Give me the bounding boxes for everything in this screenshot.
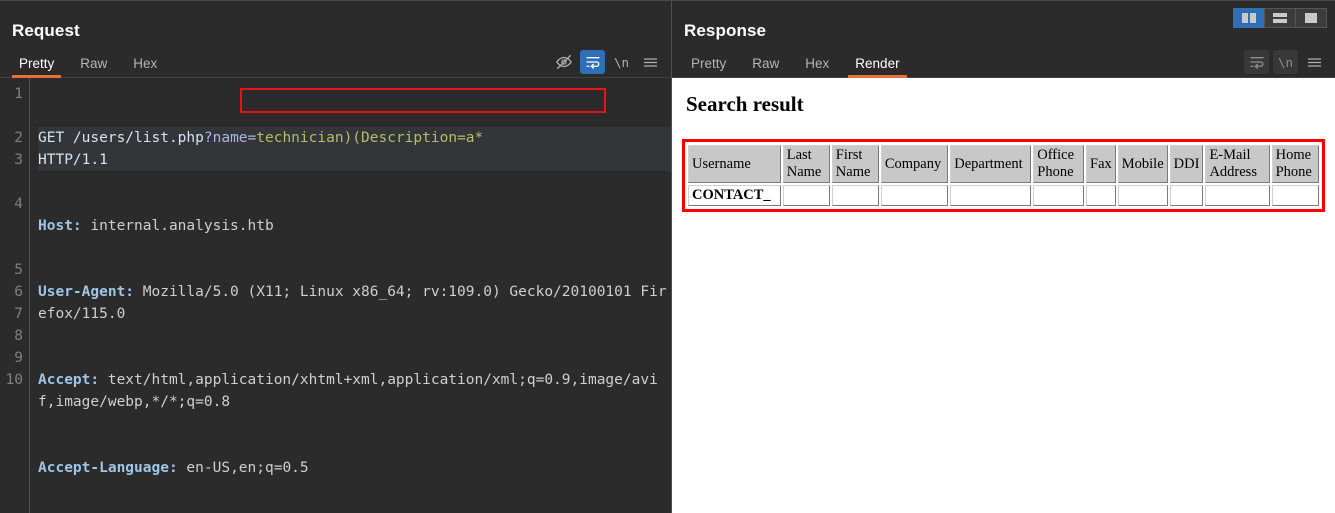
header-name: Host: [38,218,82,234]
burp-repeater-window: Request Pretty Raw Hex \n 1 2 3 4 5 6 7 … [0,0,1335,513]
request-tab-actions: \n [551,50,663,74]
table-header-row: Username Last Name First Name Company De… [688,145,1319,183]
column-header-mobile: Mobile [1117,145,1168,183]
layout-single-pane-button[interactable] [1295,8,1327,28]
search-result-heading: Search result [686,92,804,116]
tab-response-render[interactable]: Render [842,54,912,78]
cell-office-phone [1033,185,1085,206]
request-panel: Request Pretty Raw Hex \n 1 2 3 4 5 6 7 … [0,1,672,513]
column-header-home-phone: Home Phone [1271,145,1319,183]
request-tabbar: Pretty Raw Hex \n [0,48,671,78]
column-header-fax: Fax [1086,145,1116,183]
menu-icon[interactable] [638,50,663,74]
request-line-4: Accept: text/html,application/xhtml+xml,… [38,369,671,413]
header-value: en-US,en;q=0.5 [177,460,309,476]
header-name: Accept-Language: [38,460,178,476]
cell-mobile [1117,185,1168,206]
cell-first-name [831,185,879,206]
tab-response-hex[interactable]: Hex [792,54,842,77]
tab-response-raw[interactable]: Raw [739,54,792,77]
query-param-value: technician)(Description=a* [256,130,484,146]
response-tab-actions: \n [1244,50,1327,74]
http-version: HTTP/1.1 [38,152,108,168]
column-header-company: Company [880,145,949,183]
tab-request-raw[interactable]: Raw [67,54,120,77]
search-result-table: Username Last Name First Name Company De… [686,143,1321,208]
http-method-path: GET /users/list.php [38,130,204,146]
result-table-wrapper: Username Last Name First Name Company De… [682,139,1325,212]
cell-email-address [1205,185,1270,206]
layout-horizontal-split-button[interactable] [1264,8,1296,28]
hide-preview-icon[interactable] [551,50,576,74]
layout-switcher [1233,8,1327,28]
tab-request-pretty[interactable]: Pretty [6,54,67,78]
column-header-first-name: First Name [831,145,879,183]
response-tabbar: Pretty Raw Hex Render \n [672,48,1335,78]
line-number: 3 [14,152,23,168]
request-panel-title: Request [12,21,80,40]
request-code[interactable]: GET /users/list.php?name=technician)(Des… [30,78,671,513]
line-number: 1 [14,86,23,102]
word-wrap-icon[interactable] [580,50,605,74]
header-value: internal.analysis.htb [81,218,274,234]
line-number: 8 [14,328,23,344]
tab-request-hex[interactable]: Hex [120,54,170,77]
request-line-2: Host: internal.analysis.htb [38,215,671,237]
cell-last-name [782,185,830,206]
cell-department [950,185,1032,206]
table-row: CONTACT_ [688,185,1319,206]
newline-icon-label: \n [613,54,630,70]
line-number: 2 [14,130,23,146]
menu-icon[interactable] [1302,50,1327,74]
column-header-department: Department [950,145,1032,183]
response-render-view: Search result Username Last Name First N… [672,78,1335,513]
column-header-ddi: DDI [1169,145,1204,183]
query-param-name: ?name= [203,130,257,146]
cell-fax [1086,185,1116,206]
tab-response-pretty[interactable]: Pretty [678,54,739,77]
request-line-1: GET /users/list.php?name=technician)(Des… [38,127,671,171]
line-number: 4 [14,196,23,212]
request-editor[interactable]: 1 2 3 4 5 6 7 8 9 10 GET /users/list.php… [0,78,671,513]
line-number: 6 [14,284,23,300]
line-number: 9 [14,350,23,366]
word-wrap-icon[interactable] [1244,50,1269,74]
layout-vertical-split-button[interactable] [1233,8,1265,28]
header-name: Accept: [38,372,100,388]
header-value: text/html,application/xhtml+xml,applicat… [38,372,658,410]
line-number: 5 [14,262,23,278]
cell-username: CONTACT_ [688,185,781,206]
response-panel: Response Pretty Raw Hex Render \n Search… [672,1,1335,513]
cell-home-phone [1271,185,1319,206]
newline-icon[interactable]: \n [609,50,634,74]
cell-company [880,185,949,206]
line-number: 7 [14,306,23,322]
cell-ddi [1169,185,1204,206]
newline-icon-label: \n [1277,54,1294,70]
column-header-last-name: Last Name [782,145,830,183]
request-line-3: User-Agent: Mozilla/5.0 (X11; Linux x86_… [38,281,671,325]
request-line-5: Accept-Language: en-US,en;q=0.5 [38,457,671,479]
column-header-office-phone: Office Phone [1033,145,1085,183]
column-header-username: Username [688,145,781,183]
request-line-numbers: 1 2 3 4 5 6 7 8 9 10 [0,78,30,513]
newline-icon[interactable]: \n [1273,50,1298,74]
header-name: User-Agent: [38,284,135,300]
line-number: 10 [5,372,23,388]
column-header-email-address: E-Mail Address [1205,145,1270,183]
